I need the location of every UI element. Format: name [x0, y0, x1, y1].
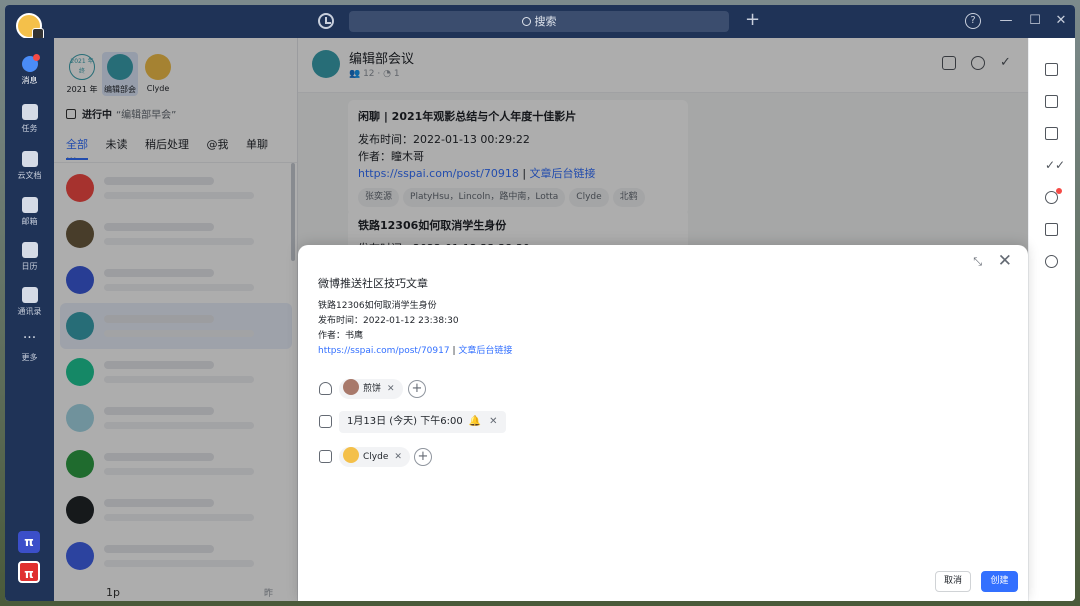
nav-rail: 消息 任务 云文档 邮箱 日历 通讯录 ··· 更多 π π [5, 38, 54, 601]
tasks-icon [21, 104, 38, 120]
collapse-icon[interactable]: ⤡ [973, 255, 982, 269]
create-task-dialog: ⤡ ✕ 微博推送社区技巧文章 铁路12306如何取消学生身份 发布时间：2022… [298, 245, 1028, 601]
history-icon[interactable] [318, 13, 334, 29]
follower-icon [319, 450, 332, 463]
help-icon[interactable]: ? [965, 13, 981, 29]
calendar-icon [21, 242, 38, 258]
chat-tools-rail: ✓✓ [1028, 38, 1075, 601]
assignee-chip[interactable]: 煎饼 ✕ [339, 379, 403, 399]
remove-icon[interactable]: ✕ [394, 452, 402, 462]
app-window: 搜索 + ? — ☐ ✕ 消息 任务 云文档 邮箱 日历 通讯录 ··· 更多 π… [5, 5, 1075, 601]
rail-label: 邮箱 [21, 217, 38, 226]
search-history-icon[interactable] [1045, 95, 1058, 108]
rail-label: 日历 [21, 262, 38, 271]
settings-icon[interactable] [1045, 255, 1058, 268]
rail-item-calendar[interactable]: 日历 [5, 236, 54, 280]
rail-item-contacts[interactable]: 通讯录 [5, 281, 54, 325]
remove-icon[interactable]: ✕ [489, 416, 497, 427]
close-window-icon[interactable]: ✕ [1053, 11, 1069, 31]
rail-label: 任务 [21, 124, 38, 133]
rail-item-messages[interactable]: 消息 [5, 50, 54, 94]
due-date-text: 1月13日 (今天) 下午6:00 [347, 416, 463, 427]
due-date-chip[interactable]: 1月13日 (今天) 下午6:00 🔔 ✕ [339, 411, 506, 433]
desc-time: 发布时间：2022-01-12 23:38:30 [318, 316, 459, 326]
desc-author: 作者：书鹰 [318, 331, 364, 341]
task-description[interactable]: 铁路12306如何取消学生身份 发布时间：2022-01-12 23:38:30… [318, 299, 512, 359]
close-icon[interactable]: ✕ [998, 251, 1012, 271]
search-box[interactable]: 搜索 [349, 11, 729, 32]
rail-item-docs[interactable]: 云文档 [5, 145, 54, 189]
assignee-name: 煎饼 [363, 384, 382, 394]
follower-name: Clyde [363, 452, 389, 462]
search-icon [521, 17, 531, 26]
user-avatar[interactable] [16, 13, 44, 40]
follower-chip[interactable]: Clyde ✕ [339, 447, 410, 467]
article-link[interactable]: https://sspai.com/post/70917 [318, 346, 450, 356]
task-title[interactable]: 微博推送社区技巧文章 [318, 275, 428, 291]
remove-icon[interactable]: ✕ [387, 384, 395, 394]
app-shortcut-1[interactable]: π [18, 531, 40, 553]
top-bar: 搜索 + ? — ☐ ✕ [5, 5, 1075, 40]
rail-label: 消息 [21, 76, 38, 85]
mail-icon [21, 197, 38, 213]
add-icon[interactable]: + [745, 10, 760, 30]
rail-label: 更多 [21, 353, 38, 362]
add-assignee-button[interactable]: + [408, 380, 426, 398]
follower-avatar [343, 447, 359, 463]
desc-title: 铁路12306如何取消学生身份 [318, 301, 437, 311]
folder-icon[interactable] [1045, 127, 1058, 140]
docs-icon [21, 151, 38, 167]
rail-item-more[interactable]: ··· 更多 [5, 327, 54, 371]
rail-label: 云文档 [17, 171, 42, 180]
add-follower-button[interactable]: + [414, 448, 432, 466]
messages-icon [21, 54, 40, 72]
reminder-icon[interactable]: 🔔 [469, 416, 481, 427]
done-icon[interactable]: ✓✓ [1045, 159, 1065, 172]
rail-label: 通讯录 [17, 307, 42, 316]
assignee-icon [319, 382, 332, 395]
search-placeholder: 搜索 [534, 15, 557, 28]
notification-dot [1056, 188, 1062, 194]
schedule-icon[interactable] [1045, 223, 1058, 236]
assignee-avatar [343, 379, 359, 395]
maximize-icon[interactable]: ☐ [1027, 11, 1043, 31]
minimize-icon[interactable]: — [998, 11, 1014, 31]
rail-item-tasks[interactable]: 任务 [5, 98, 54, 142]
create-button[interactable]: 创建 [981, 571, 1018, 592]
due-date-icon [319, 415, 332, 428]
more-icon: ··· [22, 330, 37, 346]
contacts-icon [21, 287, 38, 303]
announcement-icon[interactable] [1045, 63, 1058, 76]
cancel-button[interactable]: 取消 [935, 571, 971, 592]
rail-item-mail[interactable]: 邮箱 [5, 191, 54, 235]
app-shortcut-2[interactable]: π [18, 561, 40, 583]
admin-link[interactable]: 文章后台链接 [458, 346, 512, 356]
